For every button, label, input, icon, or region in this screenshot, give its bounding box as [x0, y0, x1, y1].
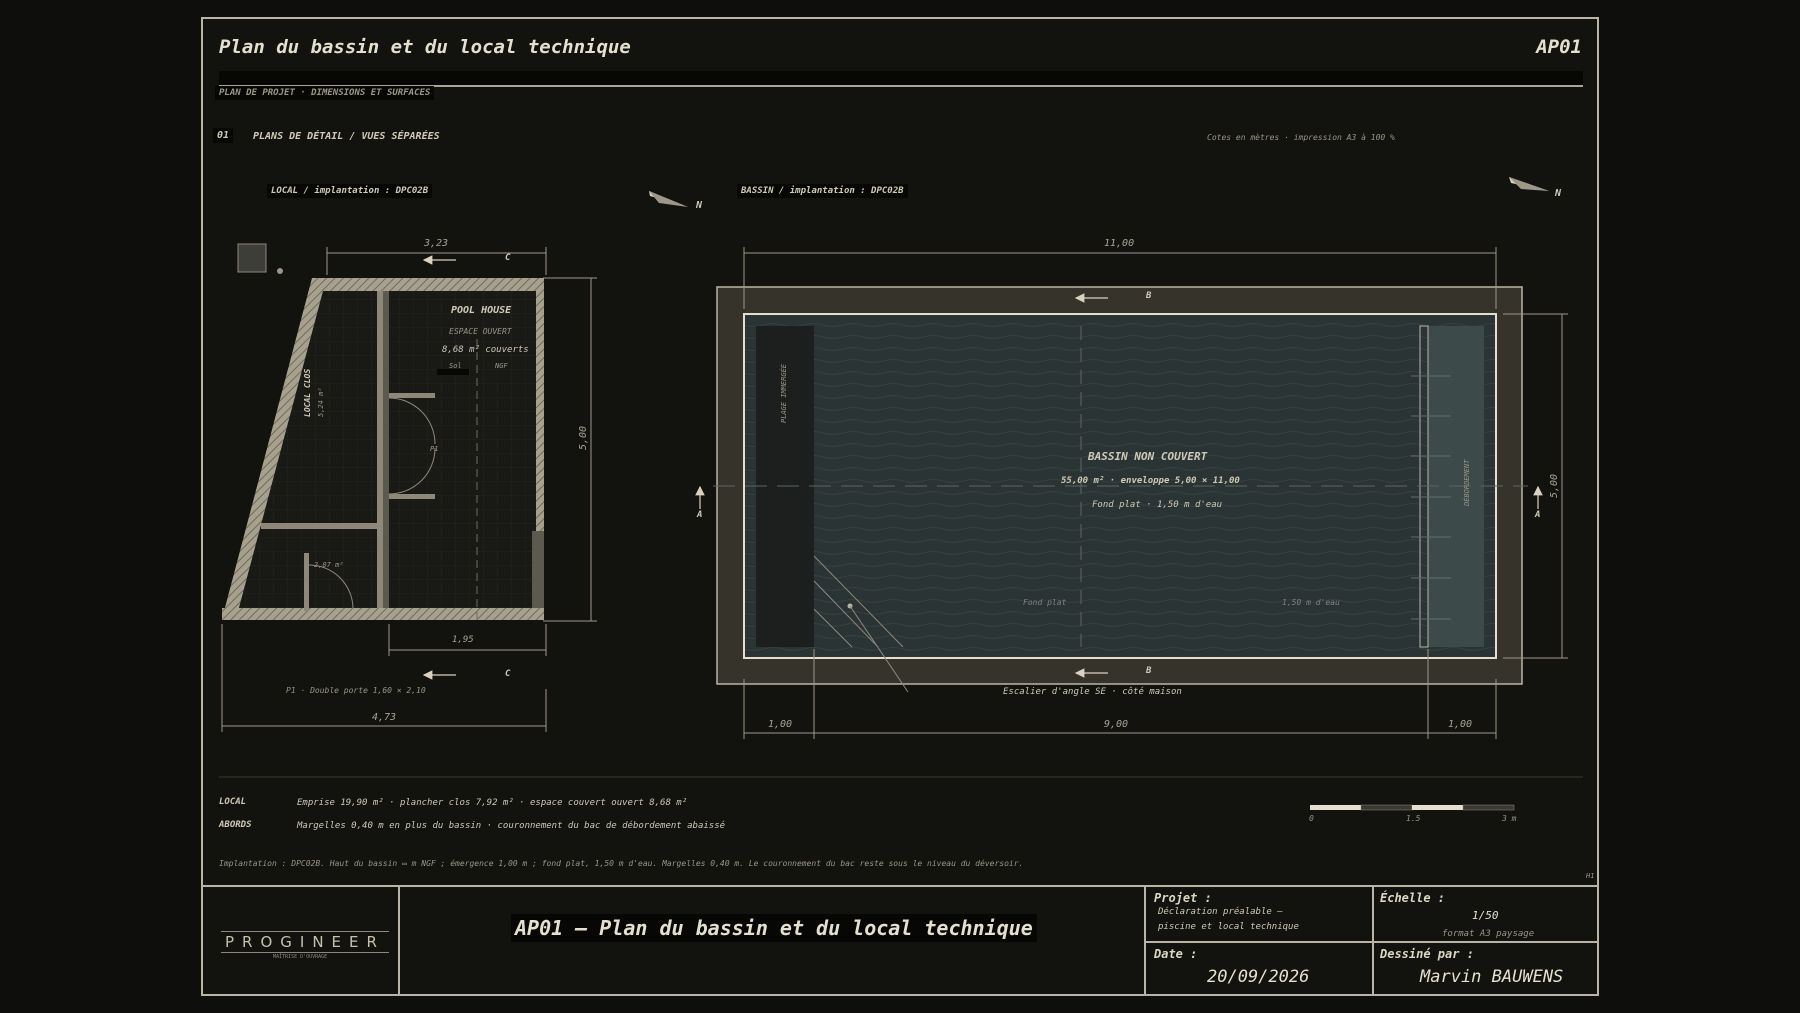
- pool-section-b-bottom: B: [1146, 666, 1152, 676]
- echelle-cell: Échelle : 1/50 format A3 paysage: [1372, 887, 1597, 943]
- note-abords-text: Margelles 0,40 m en plus du bassin · cou…: [297, 821, 726, 831]
- depth-mark: 1,50 m d'eau: [1282, 598, 1340, 607]
- projet-label: Projet :: [1154, 891, 1212, 905]
- projet-line1: Déclaration préalable –: [1158, 907, 1283, 917]
- drawing-main-title: AP01 – Plan du bassin et du local techni…: [511, 914, 1037, 942]
- echelle-label: Échelle :: [1380, 891, 1446, 905]
- drawing-sheet: Plan du bassin et du local technique AP0…: [201, 17, 1599, 996]
- plans-drawing: [219, 177, 1583, 811]
- dessine-label: Dessiné par :: [1380, 947, 1474, 961]
- pool-title: BASSIN NON COUVERT: [1088, 450, 1208, 463]
- pool-depth: Fond plat · 1,50 m d'eau: [1092, 500, 1223, 510]
- logo-cell: PROGINEER MAÎTRISE D'OUVRAGE: [203, 887, 400, 996]
- closed-room-area: 5,24 m²: [317, 387, 325, 417]
- small-room-area: 2,07 m²: [314, 561, 344, 569]
- local-section-c-top: C: [505, 253, 511, 263]
- date-label: Date :: [1154, 947, 1198, 961]
- door-tag: P1: [430, 445, 439, 453]
- note-local-text: Emprise 19,90 m² · plancher clos 7,92 m²…: [297, 798, 688, 808]
- echelle-format: format A3 paysage: [1442, 929, 1535, 939]
- echelle-value: 1/50: [1472, 909, 1499, 922]
- pool-section-a-right: A: [1535, 510, 1541, 520]
- date-cell: Date : 20/09/2026: [1144, 943, 1374, 996]
- pool-dim-top: 11,00: [1104, 238, 1135, 249]
- local-north-label: N: [696, 200, 703, 211]
- floor-label: Sol: [449, 362, 462, 370]
- local-section-c-bottom: C: [505, 669, 511, 679]
- pool-area: 55,00 m² · enveloppe 5,00 × 11,00: [1061, 476, 1240, 486]
- projet-cell: Projet : Déclaration préalable – piscine…: [1144, 887, 1374, 943]
- local-dim-bottom: 4,73: [372, 712, 397, 723]
- pool-north-label: N: [1555, 188, 1562, 199]
- scale-0: 0: [1309, 814, 1314, 823]
- pool-house-sub: ESPACE OUVERT: [449, 327, 512, 336]
- closed-room-label: LOCAL CLOS: [303, 368, 312, 417]
- beach-label: PLAGE IMMERGÉE: [780, 363, 788, 423]
- pool-section-a-left: A: [697, 510, 703, 520]
- floor-ngf: NGF: [495, 362, 508, 370]
- local-dim-right: 5,00: [578, 425, 589, 450]
- pool-house-title: POOL HOUSE: [451, 305, 512, 316]
- implantation-note: Implantation : DPC02B. Haut du bassin ▭ …: [219, 859, 1024, 868]
- title-block: PROGINEER MAÎTRISE D'OUVRAGE AP01 – Plan…: [203, 885, 1597, 996]
- fond-plat-label: Fond plat: [1023, 598, 1067, 607]
- scale-end: 3 m: [1502, 814, 1517, 823]
- pool-dim-mid-seg: 9,00: [1104, 719, 1129, 730]
- projet-line2: piscine et local technique: [1158, 922, 1299, 932]
- pool-dim-left-seg: 1,00: [768, 719, 793, 730]
- pool-plan-label: BASSIN / implantation : DPC02B: [737, 184, 908, 198]
- dessine-cell: Dessiné par : Marvin BAUWENS: [1372, 943, 1597, 996]
- stair-note: Escalier d'angle SE · côté maison: [1003, 687, 1182, 697]
- pool-dim-right: 5,00: [1549, 473, 1560, 498]
- pool-house-area: 8,68 m² couverts: [442, 345, 529, 355]
- local-plan-label: LOCAL / implantation : DPC02B: [267, 184, 433, 198]
- scale-mid: 1.5: [1406, 814, 1421, 823]
- pool-section-b-top: B: [1146, 291, 1152, 301]
- overflow-label: DÉBORDEMENT: [1463, 459, 1471, 506]
- local-dim-inner: 1,95: [452, 635, 474, 645]
- pool-dim-right-seg: 1,00: [1448, 719, 1473, 730]
- door-note: P1 · Double porte 1,60 × 2,10: [286, 686, 426, 695]
- corner-mark: H1: [1586, 872, 1595, 880]
- company-logo-sub: MAÎTRISE D'OUVRAGE: [273, 954, 328, 960]
- note-abords-key: ABORDS: [219, 820, 252, 830]
- company-logo: PROGINEER: [221, 931, 389, 953]
- note-local-key: LOCAL: [219, 797, 247, 807]
- local-dim-top: 3,23: [424, 238, 449, 249]
- local-plan: [221, 191, 688, 732]
- date-value: 20/09/2026: [1207, 967, 1310, 987]
- scale-bar: [1310, 804, 1515, 811]
- dessine-value: Marvin BAUWENS: [1420, 967, 1564, 987]
